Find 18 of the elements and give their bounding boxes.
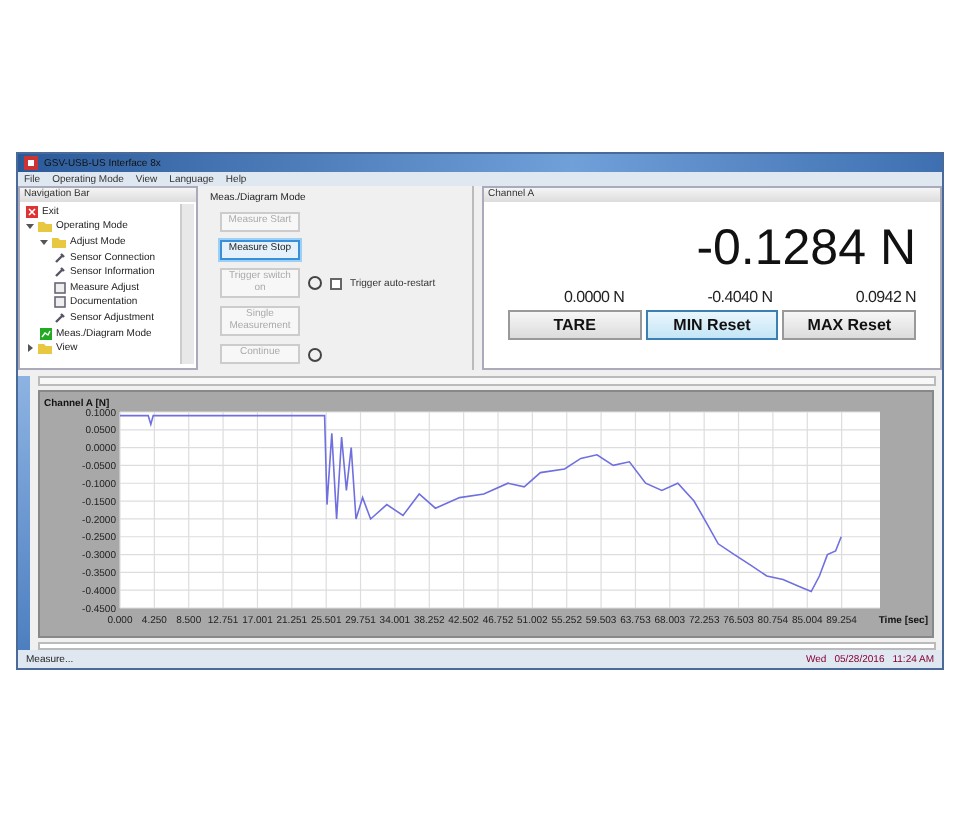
expander-icon[interactable] bbox=[26, 222, 34, 231]
reset-button[interactable]: TARE bbox=[508, 310, 642, 340]
expander-icon[interactable] bbox=[26, 344, 34, 353]
expander-icon[interactable] bbox=[40, 237, 48, 246]
exit-icon bbox=[26, 205, 38, 218]
reset-button[interactable]: MAX Reset bbox=[782, 310, 917, 340]
reset-button[interactable]: MIN Reset bbox=[645, 310, 779, 340]
wrench-icon bbox=[54, 311, 66, 324]
force-value: 0.0000 N bbox=[564, 288, 625, 306]
chart-mode-icon bbox=[40, 327, 52, 340]
folder-icon bbox=[38, 342, 52, 355]
force-value: 0.0942 N bbox=[855, 288, 916, 306]
force-reading: -0.1284 N bbox=[694, 218, 918, 278]
scrollbar[interactable] bbox=[38, 642, 936, 650]
scrollbar[interactable] bbox=[180, 204, 194, 364]
app-icon bbox=[24, 156, 38, 170]
checkbox[interactable] bbox=[330, 277, 342, 289]
force-value: -0.4040 N bbox=[707, 288, 773, 306]
